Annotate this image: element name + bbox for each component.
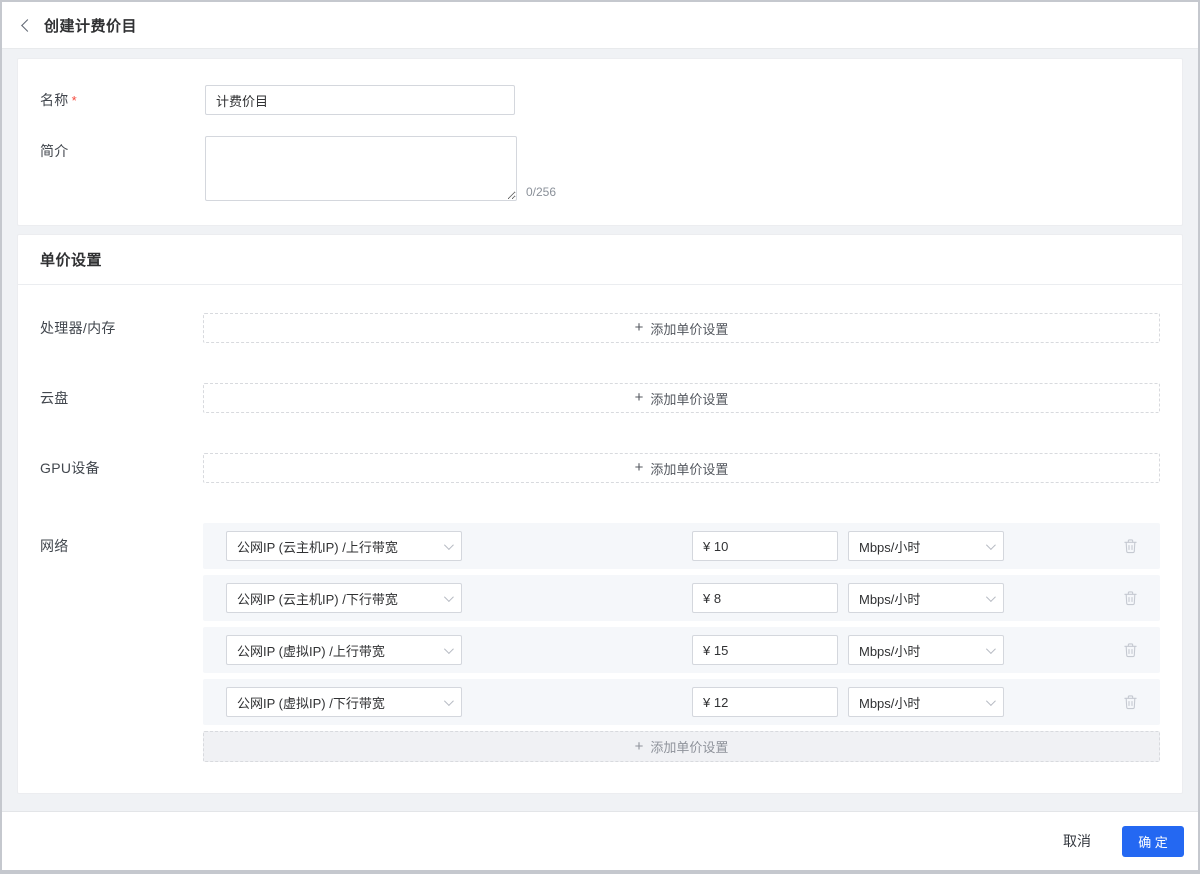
bandwidth-type-value: 公网IP (云主机IP) /下行带宽 <box>237 591 398 607</box>
delete-row-button[interactable] <box>1121 536 1140 556</box>
chevron-down-icon <box>443 643 454 654</box>
plus-icon: + <box>634 737 644 755</box>
unit-price-card: 单价设置 处理器/内存 + 添加单价设置 云盘 + 添加单价设置 GPU设备 +… <box>17 234 1183 794</box>
chevron-down-icon <box>443 539 454 550</box>
trash-icon <box>1124 539 1137 554</box>
trash-icon <box>1124 695 1137 710</box>
bandwidth-type-select[interactable]: 公网IP (云主机IP) /下行带宽 <box>226 583 462 613</box>
plus-icon: + <box>634 459 644 476</box>
unit-price-section-title: 单价设置 <box>40 252 103 269</box>
network-price-row: 公网IP (云主机IP) /下行带宽 Mbps/小时 <box>203 575 1160 621</box>
category-label-cloud-disk: 云盘 <box>40 390 69 406</box>
add-unit-price-button-gpu[interactable]: + 添加单价设置 <box>203 453 1160 483</box>
network-price-row: 公网IP (虚拟IP) /下行带宽 Mbps/小时 <box>203 679 1160 725</box>
confirm-button[interactable]: 确 定 <box>1122 825 1184 857</box>
unit-value: Mbps/小时 <box>859 695 921 711</box>
price-input[interactable] <box>692 531 838 561</box>
network-row-group: 网络 公网IP (云主机IP) /上行带宽 Mbps/小时 公网IP <box>40 523 1160 762</box>
delete-row-button[interactable] <box>1121 692 1140 712</box>
unit-select[interactable]: Mbps/小时 <box>848 687 1004 717</box>
cloud-disk-row: 云盘 + 添加单价设置 <box>40 383 1160 413</box>
chevron-down-icon <box>985 695 996 706</box>
gpu-control: + 添加单价设置 <box>203 453 1160 483</box>
cpu-memory-row: 处理器/内存 + 添加单价设置 <box>40 313 1160 343</box>
add-unit-price-button-cloud-disk[interactable]: + 添加单价设置 <box>203 383 1160 413</box>
network-price-row: 公网IP (云主机IP) /上行带宽 Mbps/小时 <box>203 523 1160 569</box>
unit-value: Mbps/小时 <box>859 539 921 555</box>
chevron-down-icon <box>443 591 454 602</box>
network-rows: 公网IP (云主机IP) /上行带宽 Mbps/小时 公网IP (云主机IP) … <box>203 523 1160 725</box>
category-label-gpu: GPU设备 <box>40 460 100 476</box>
add-button-label: 添加单价设置 <box>650 740 729 755</box>
bandwidth-type-select[interactable]: 公网IP (虚拟IP) /下行带宽 <box>226 687 462 717</box>
basic-info-card: 名称* 简介 0/256 <box>17 58 1183 226</box>
category-label-network: 网络 <box>40 538 69 554</box>
create-billing-price-page: 创建计费价目 名称* 简介 0/256 单价设置 <box>0 0 1200 874</box>
unit-price-section-header: 单价设置 <box>18 235 1182 285</box>
chevron-down-icon <box>443 695 454 706</box>
plus-icon: + <box>634 319 644 336</box>
price-input[interactable] <box>692 583 838 613</box>
name-field-label: 名称 * <box>40 85 205 116</box>
bandwidth-type-value: 公网IP (云主机IP) /上行带宽 <box>237 539 398 555</box>
add-unit-price-button-network[interactable]: + 添加单价设置 <box>203 731 1160 762</box>
page-footer: 取消 确 定 <box>2 811 1198 870</box>
unit-price-section-body: 处理器/内存 + 添加单价设置 云盘 + 添加单价设置 GPU设备 + 添加单价… <box>18 285 1182 762</box>
description-label: 简介 <box>40 143 69 159</box>
page-header: 创建计费价目 <box>2 2 1198 49</box>
unit-value: Mbps/小时 <box>859 591 921 607</box>
category-label-cpu-memory: 处理器/内存 <box>40 320 116 336</box>
price-input[interactable] <box>692 687 838 717</box>
required-asterisk: * <box>71 93 77 108</box>
description-row: 简介 0/256 <box>40 136 1160 201</box>
name-input[interactable] <box>205 85 515 115</box>
back-button[interactable] <box>21 19 34 32</box>
add-button-label: 添加单价设置 <box>650 321 729 337</box>
network-control: 公网IP (云主机IP) /上行带宽 Mbps/小时 公网IP (云主机IP) … <box>203 523 1160 762</box>
page-title: 创建计费价目 <box>44 17 138 35</box>
bandwidth-type-select[interactable]: 公网IP (虚拟IP) /上行带宽 <box>226 635 462 665</box>
cancel-button[interactable]: 取消 <box>1059 825 1095 857</box>
bandwidth-type-value: 公网IP (虚拟IP) /下行带宽 <box>237 695 385 711</box>
network-price-row: 公网IP (虚拟IP) /上行带宽 Mbps/小时 <box>203 627 1160 673</box>
chevron-down-icon <box>985 591 996 602</box>
name-row: 名称 * <box>40 85 1160 116</box>
description-textarea[interactable] <box>205 136 517 201</box>
cpu-memory-control: + 添加单价设置 <box>203 313 1160 343</box>
chevron-down-icon <box>985 643 996 654</box>
name-label-text: 名称 <box>40 92 69 108</box>
trash-icon <box>1124 643 1137 658</box>
cloud-disk-control: + 添加单价设置 <box>203 383 1160 413</box>
unit-select[interactable]: Mbps/小时 <box>848 531 1004 561</box>
unit-select[interactable]: Mbps/小时 <box>848 583 1004 613</box>
unit-select[interactable]: Mbps/小时 <box>848 635 1004 665</box>
bandwidth-type-select[interactable]: 公网IP (云主机IP) /上行带宽 <box>226 531 462 561</box>
add-button-label: 添加单价设置 <box>650 391 729 407</box>
page-body: 名称* 简介 0/256 单价设置 处理器/内存 <box>2 49 1198 811</box>
char-counter: 0/256 <box>526 185 557 199</box>
delete-row-button[interactable] <box>1121 588 1140 608</box>
add-unit-price-button-cpu-memory[interactable]: + 添加单价设置 <box>203 313 1160 343</box>
chevron-down-icon <box>985 539 996 550</box>
bandwidth-type-value: 公网IP (虚拟IP) /上行带宽 <box>237 643 385 659</box>
description-wrap: 0/256 <box>205 136 556 201</box>
delete-row-button[interactable] <box>1121 640 1140 660</box>
add-button-label: 添加单价设置 <box>650 461 729 477</box>
unit-value: Mbps/小时 <box>859 643 921 659</box>
plus-icon: + <box>634 389 644 406</box>
gpu-row: GPU设备 + 添加单价设置 <box>40 453 1160 483</box>
trash-icon <box>1124 591 1137 606</box>
price-input[interactable] <box>692 635 838 665</box>
